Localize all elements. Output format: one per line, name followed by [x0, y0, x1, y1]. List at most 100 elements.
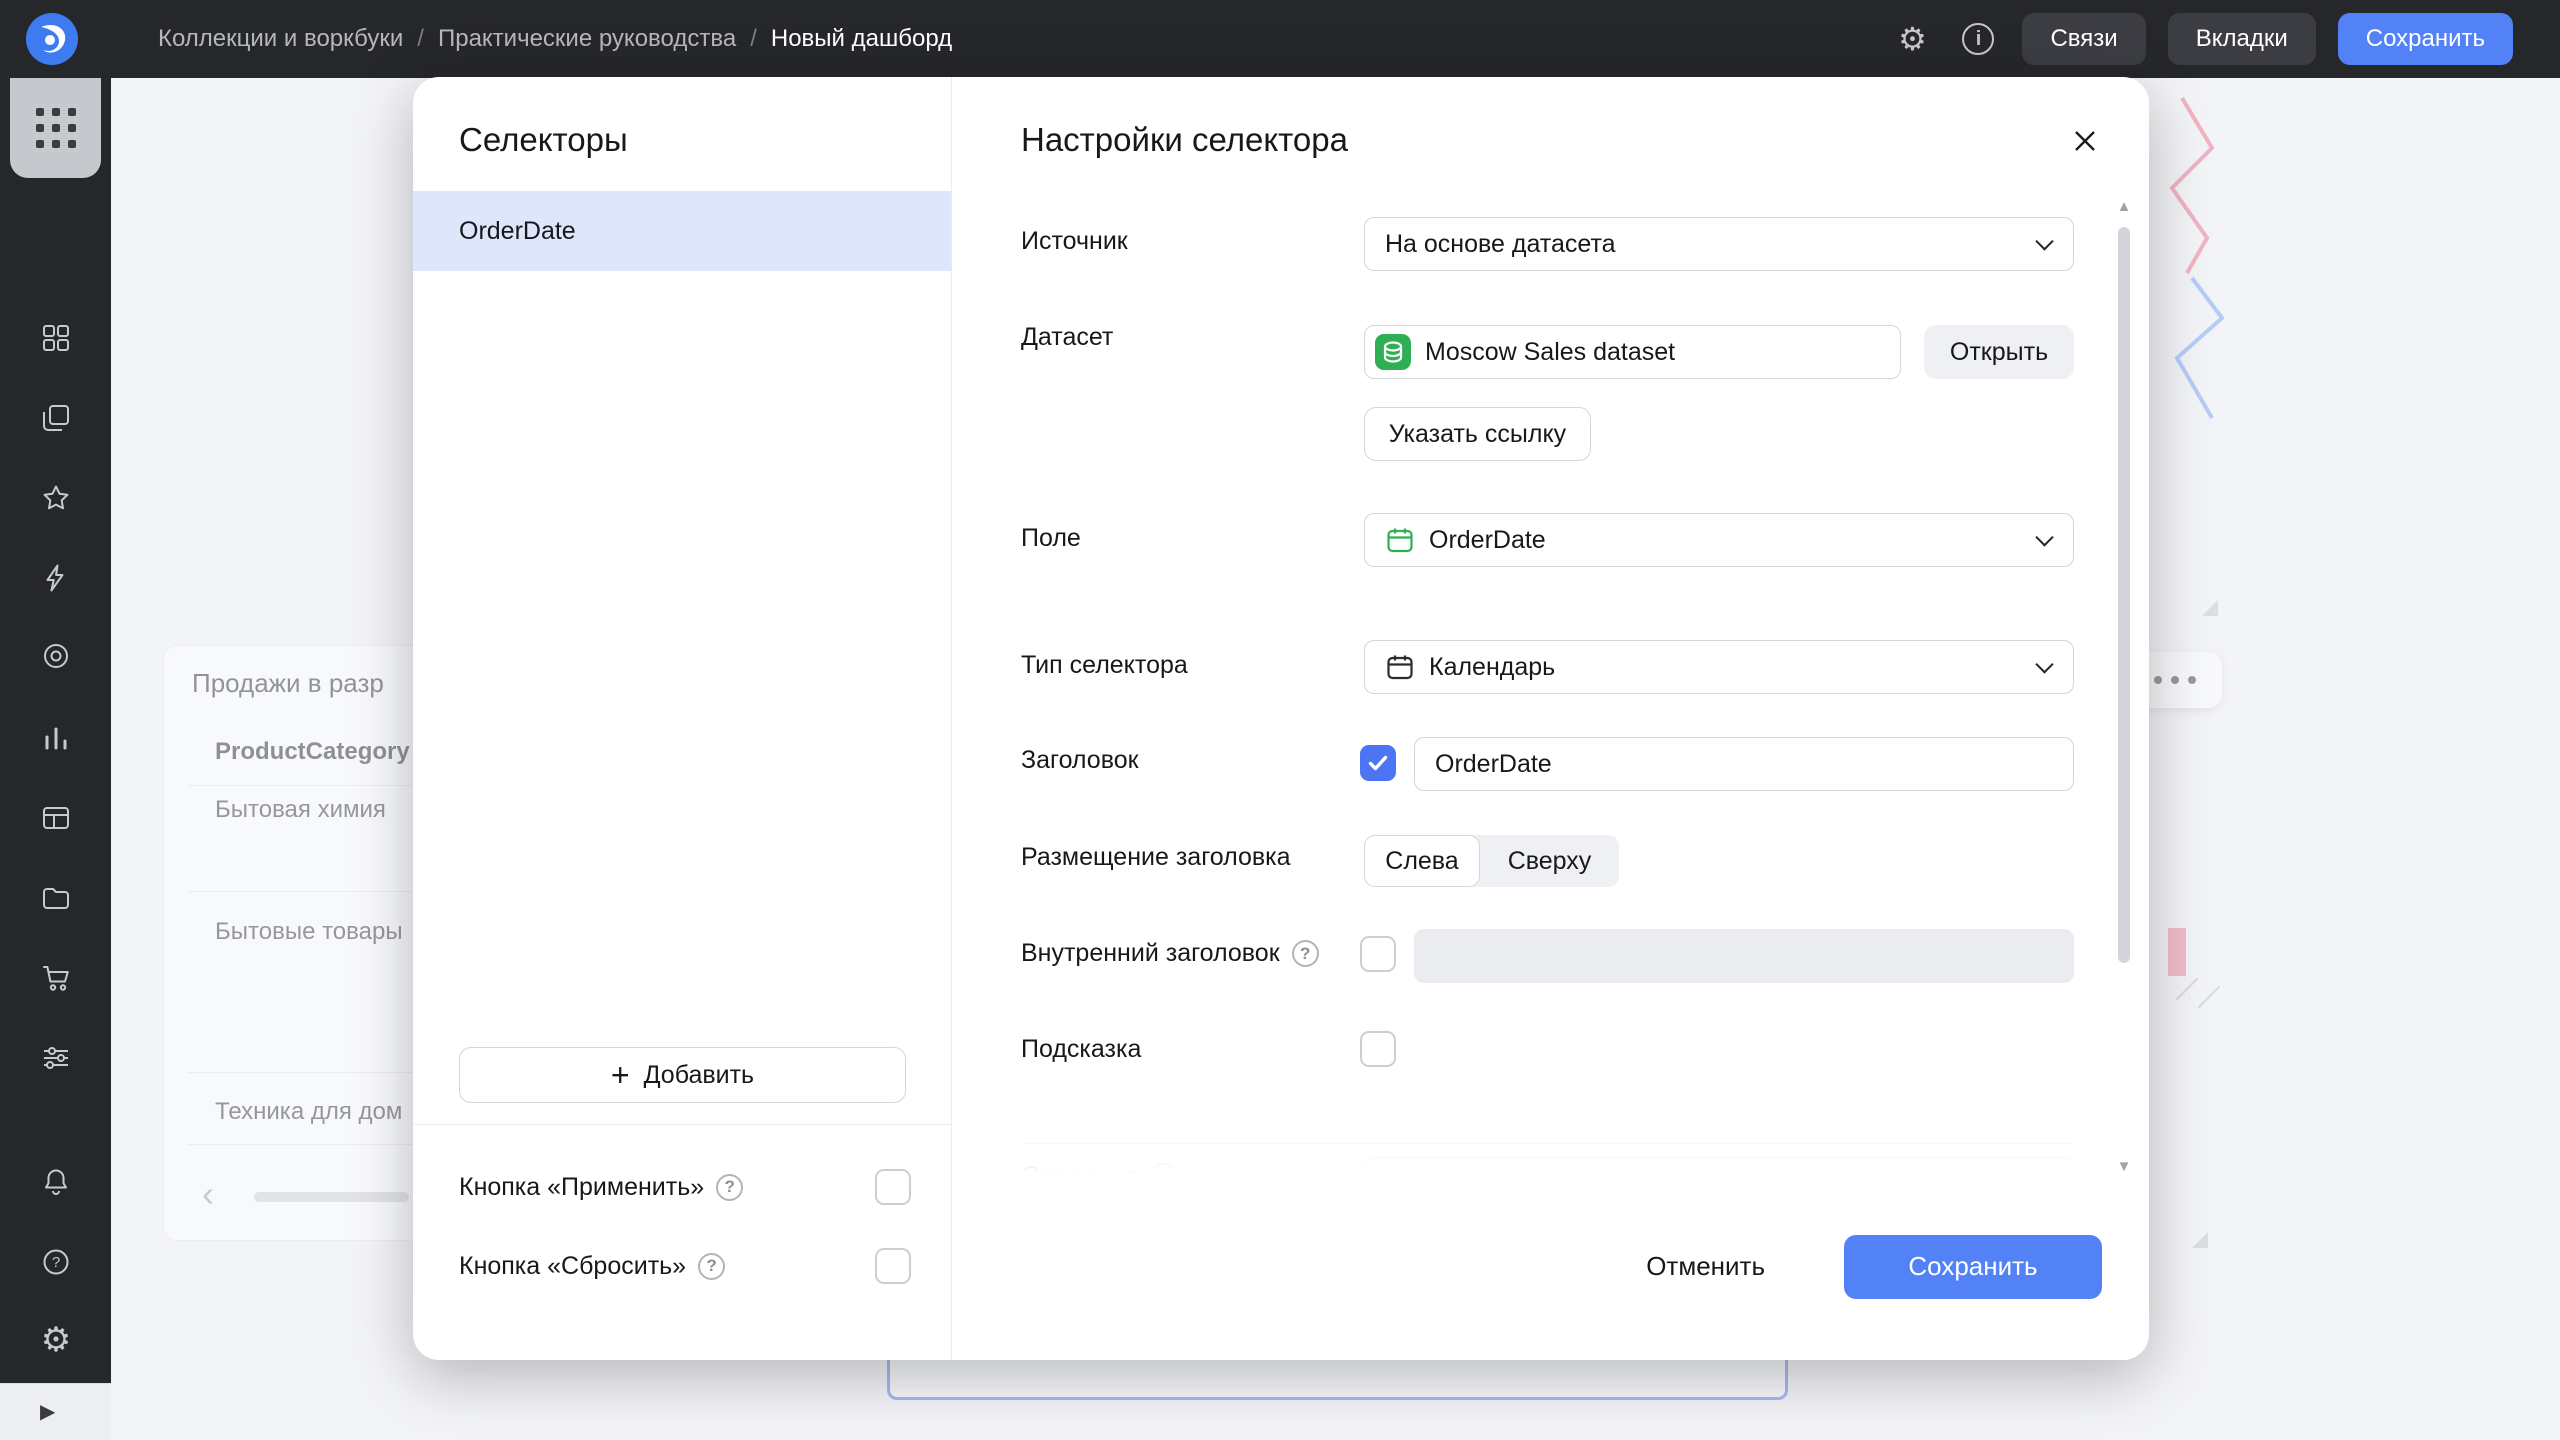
scroll-down-icon[interactable]: ▼ [2113, 1159, 2135, 1174]
selectors-panel: Селекторы OrderDate + Добавить Кнопка «П… [413, 77, 952, 1360]
help-circle-icon[interactable]: ? [698, 1253, 725, 1280]
source-label: Источник [1021, 227, 1128, 256]
placement-label: Размещение заголовка [1021, 843, 1291, 872]
settings-gear-button[interactable]: ⚙ [1890, 17, 1934, 61]
calendar-field-icon [1385, 525, 1415, 555]
breadcrumb: Коллекции и воркбуки / Практические руко… [158, 0, 952, 78]
svg-text:?: ? [52, 1254, 60, 1271]
chevron-down-icon [2035, 528, 2053, 546]
sidebar-item-settings[interactable]: ⚙ [39, 1323, 73, 1357]
operation-label: Операция ? [1021, 1162, 1177, 1173]
links-button[interactable]: Связи [2022, 13, 2145, 65]
sidebar-item-storage[interactable] [39, 881, 73, 915]
breadcrumb-separator: / [417, 25, 424, 53]
chevron-down-icon [2035, 655, 2053, 673]
collections-icon [41, 323, 71, 353]
sidebar-item-notifications[interactable] [39, 1165, 73, 1199]
title-text-input[interactable] [1414, 737, 2074, 791]
selector-settings-panel: Настройки селектора Источник На основе д… [952, 77, 2149, 1360]
placement-option-top[interactable]: Сверху [1480, 835, 1619, 887]
sidebar-item-tables[interactable] [39, 801, 73, 835]
scrollbar-thumb[interactable] [2118, 227, 2130, 963]
add-selector-button[interactable]: + Добавить [459, 1047, 906, 1103]
chevron-down-icon [2035, 232, 2053, 250]
cancel-button[interactable]: Отменить [1622, 1235, 1789, 1299]
help-circle-icon[interactable]: ? [716, 1174, 743, 1201]
datalens-logo[interactable] [26, 13, 78, 65]
top-bar: Коллекции и воркбуки / Практические руко… [0, 0, 2560, 78]
reset-button-checkbox[interactable] [875, 1248, 911, 1284]
apply-button-option-row: Кнопка «Применить» ? [459, 1167, 911, 1207]
selectors-panel-title: Селекторы [459, 121, 628, 159]
breadcrumb-separator: / [750, 25, 757, 53]
selector-type-select[interactable]: Календарь [1364, 640, 2074, 694]
sidebar-item-marketplace[interactable] [39, 961, 73, 995]
info-button[interactable]: i [1956, 17, 2000, 61]
source-select[interactable]: На основе датасета [1364, 217, 2074, 271]
scroll-up-icon[interactable]: ▲ [2113, 199, 2135, 214]
check-icon [1366, 751, 1390, 775]
apps-grid-icon [36, 108, 76, 148]
info-icon: i [1962, 23, 1994, 55]
breadcrumb-item[interactable]: Практические руководства [438, 25, 736, 53]
inner-title-label-text: Внутренний заголовок [1021, 939, 1280, 968]
sidebar-item-favorites[interactable] [39, 481, 73, 515]
tabs-button[interactable]: Вкладки [2168, 13, 2316, 65]
title-setting-label: Заголовок [1021, 746, 1139, 775]
plus-icon: + [611, 1059, 630, 1091]
placement-segmented-control: Слева Сверху [1364, 835, 1619, 887]
calendar-icon [1385, 652, 1415, 682]
inner-title-input-disabled [1414, 929, 2074, 983]
help-icon: ? [41, 1247, 71, 1277]
save-selector-button[interactable]: Сохранить [1844, 1235, 2102, 1299]
sidebar-item-services[interactable] [39, 1041, 73, 1075]
breadcrumb-item[interactable]: Коллекции и воркбуки [158, 25, 403, 53]
expand-sidebar-icon: ▶ [40, 1402, 55, 1422]
specify-link-button[interactable]: Указать ссылку [1364, 407, 1591, 461]
save-dashboard-button[interactable]: Сохранить [2338, 13, 2513, 65]
field-label: Поле [1021, 524, 1081, 553]
reset-button-option-row: Кнопка «Сбросить» ? [459, 1246, 911, 1286]
workbooks-icon [41, 403, 71, 433]
field-select[interactable]: OrderDate [1364, 513, 2074, 567]
operation-select[interactable] [1364, 1157, 2074, 1173]
settings-form: Источник На основе датасета Датасет Mosc… [952, 77, 2149, 1173]
inner-title-checkbox[interactable] [1360, 936, 1396, 972]
sidebar-item-collections[interactable] [39, 321, 73, 355]
selector-type-label: Тип селектора [1021, 651, 1188, 680]
panel-divider [413, 1124, 951, 1125]
gear-icon: ⚙ [41, 1323, 71, 1357]
title-checkbox[interactable] [1360, 745, 1396, 781]
table-icon [41, 803, 71, 833]
help-circle-icon[interactable]: ? [1150, 1163, 1177, 1173]
hint-checkbox[interactable] [1360, 1031, 1396, 1067]
form-scrollbar: ▲ ▼ [2113, 199, 2135, 1174]
apply-button-checkbox[interactable] [875, 1169, 911, 1205]
star-icon [41, 483, 71, 513]
dataset-icon [1375, 334, 1411, 370]
all-services-button[interactable] [10, 78, 101, 178]
sidebar-expand-strip[interactable]: ▶ [0, 1383, 111, 1440]
gear-icon: ⚙ [1898, 23, 1927, 55]
source-value: На основе датасета [1385, 230, 1616, 259]
sidebar-item-help[interactable]: ? [39, 1245, 73, 1279]
sidebar-item-charts[interactable] [39, 721, 73, 755]
dataset-select[interactable]: Moscow Sales dataset [1364, 325, 1901, 379]
help-circle-icon[interactable]: ? [1292, 940, 1319, 967]
operation-label-text: Операция [1021, 1162, 1138, 1173]
bell-icon [41, 1167, 71, 1197]
selector-list-item-orderdate[interactable]: OrderDate [413, 191, 951, 271]
lightning-icon [41, 563, 71, 593]
bar-chart-icon [41, 723, 71, 753]
cart-icon [41, 963, 71, 993]
sidebar-item-quick-actions[interactable] [39, 561, 73, 595]
selector-type-value: Календарь [1429, 653, 1555, 682]
sidebar-item-workbooks[interactable] [39, 401, 73, 435]
reset-button-option-label: Кнопка «Сбросить» [459, 1252, 686, 1281]
apply-button-option-label: Кнопка «Применить» [459, 1173, 704, 1202]
sidebar-item-monitoring[interactable] [39, 639, 73, 673]
sliders-icon [41, 1043, 71, 1073]
placement-option-left[interactable]: Слева [1364, 835, 1480, 887]
dataset-value: Moscow Sales dataset [1425, 338, 1675, 367]
open-dataset-button[interactable]: Открыть [1924, 325, 2074, 379]
